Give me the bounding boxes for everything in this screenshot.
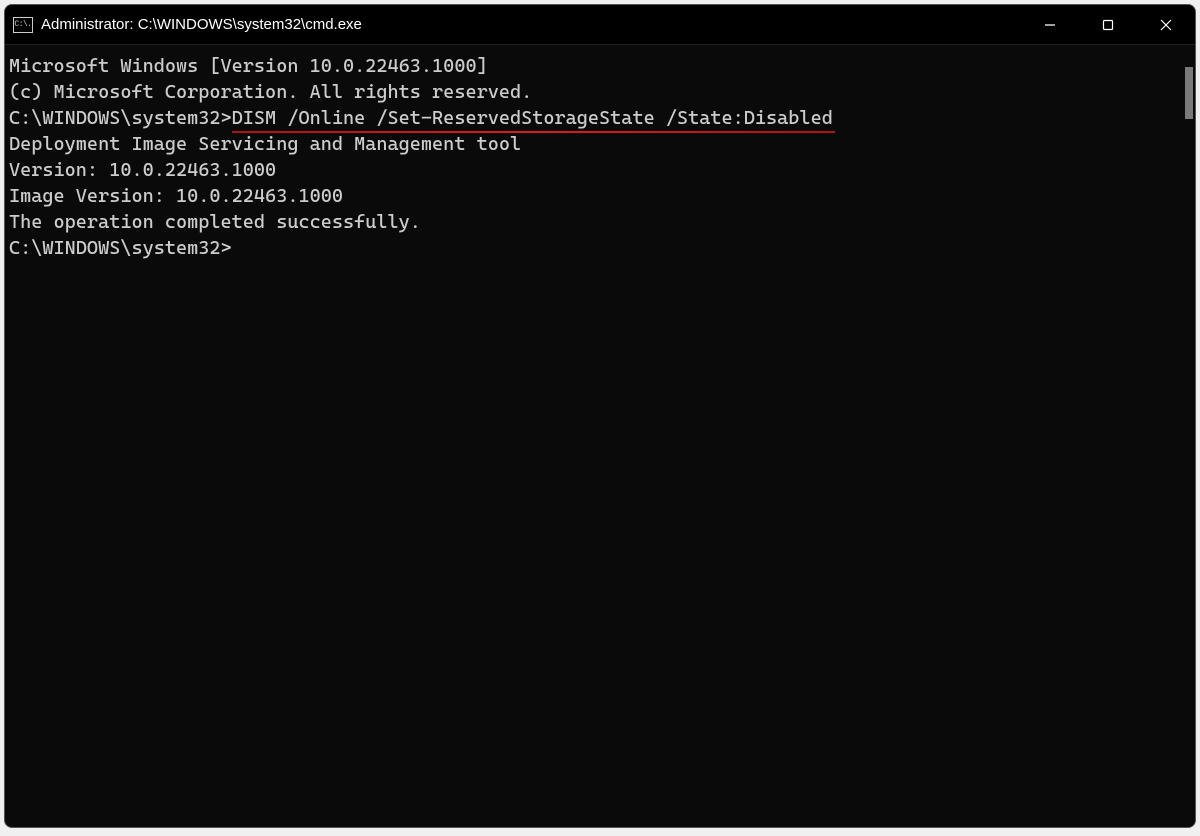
maximize-icon bbox=[1102, 19, 1114, 31]
output-line: Deployment Image Servicing and Managemen… bbox=[9, 131, 1181, 157]
minimize-icon bbox=[1044, 19, 1056, 31]
titlebar[interactable]: C:\. Administrator: C:\WINDOWS\system32\… bbox=[5, 5, 1195, 45]
window-title: Administrator: C:\WINDOWS\system32\cmd.e… bbox=[41, 16, 362, 33]
titlebar-left: C:\. Administrator: C:\WINDOWS\system32\… bbox=[13, 16, 362, 33]
close-button[interactable] bbox=[1137, 5, 1195, 44]
terminal-content[interactable]: Microsoft Windows [Version 10.0.22463.10… bbox=[5, 45, 1181, 827]
cmd-window: C:\. Administrator: C:\WINDOWS\system32\… bbox=[4, 4, 1196, 828]
output-line: Microsoft Windows [Version 10.0.22463.10… bbox=[9, 53, 1181, 79]
prompt-line: C:\WINDOWS\system32>DISM /Online /Set-Re… bbox=[9, 105, 1181, 131]
highlighted-command: DISM /Online /Set-ReservedStorageState /… bbox=[232, 105, 833, 131]
prompt-prefix: C:\WINDOWS\system32> bbox=[9, 107, 232, 129]
maximize-button[interactable] bbox=[1079, 5, 1137, 44]
scrollbar[interactable] bbox=[1181, 45, 1195, 827]
scroll-thumb[interactable] bbox=[1185, 67, 1193, 119]
cmd-icon: C:\. bbox=[13, 17, 33, 33]
terminal-body: Microsoft Windows [Version 10.0.22463.10… bbox=[5, 45, 1195, 827]
close-icon bbox=[1160, 19, 1172, 31]
output-line: (c) Microsoft Corporation. All rights re… bbox=[9, 79, 1181, 105]
prompt-line: C:\WINDOWS\system32> bbox=[9, 235, 1181, 261]
window-controls bbox=[1021, 5, 1195, 44]
output-line: Image Version: 10.0.22463.1000 bbox=[9, 183, 1181, 209]
minimize-button[interactable] bbox=[1021, 5, 1079, 44]
output-line: Version: 10.0.22463.1000 bbox=[9, 157, 1181, 183]
output-line: The operation completed successfully. bbox=[9, 209, 1181, 235]
